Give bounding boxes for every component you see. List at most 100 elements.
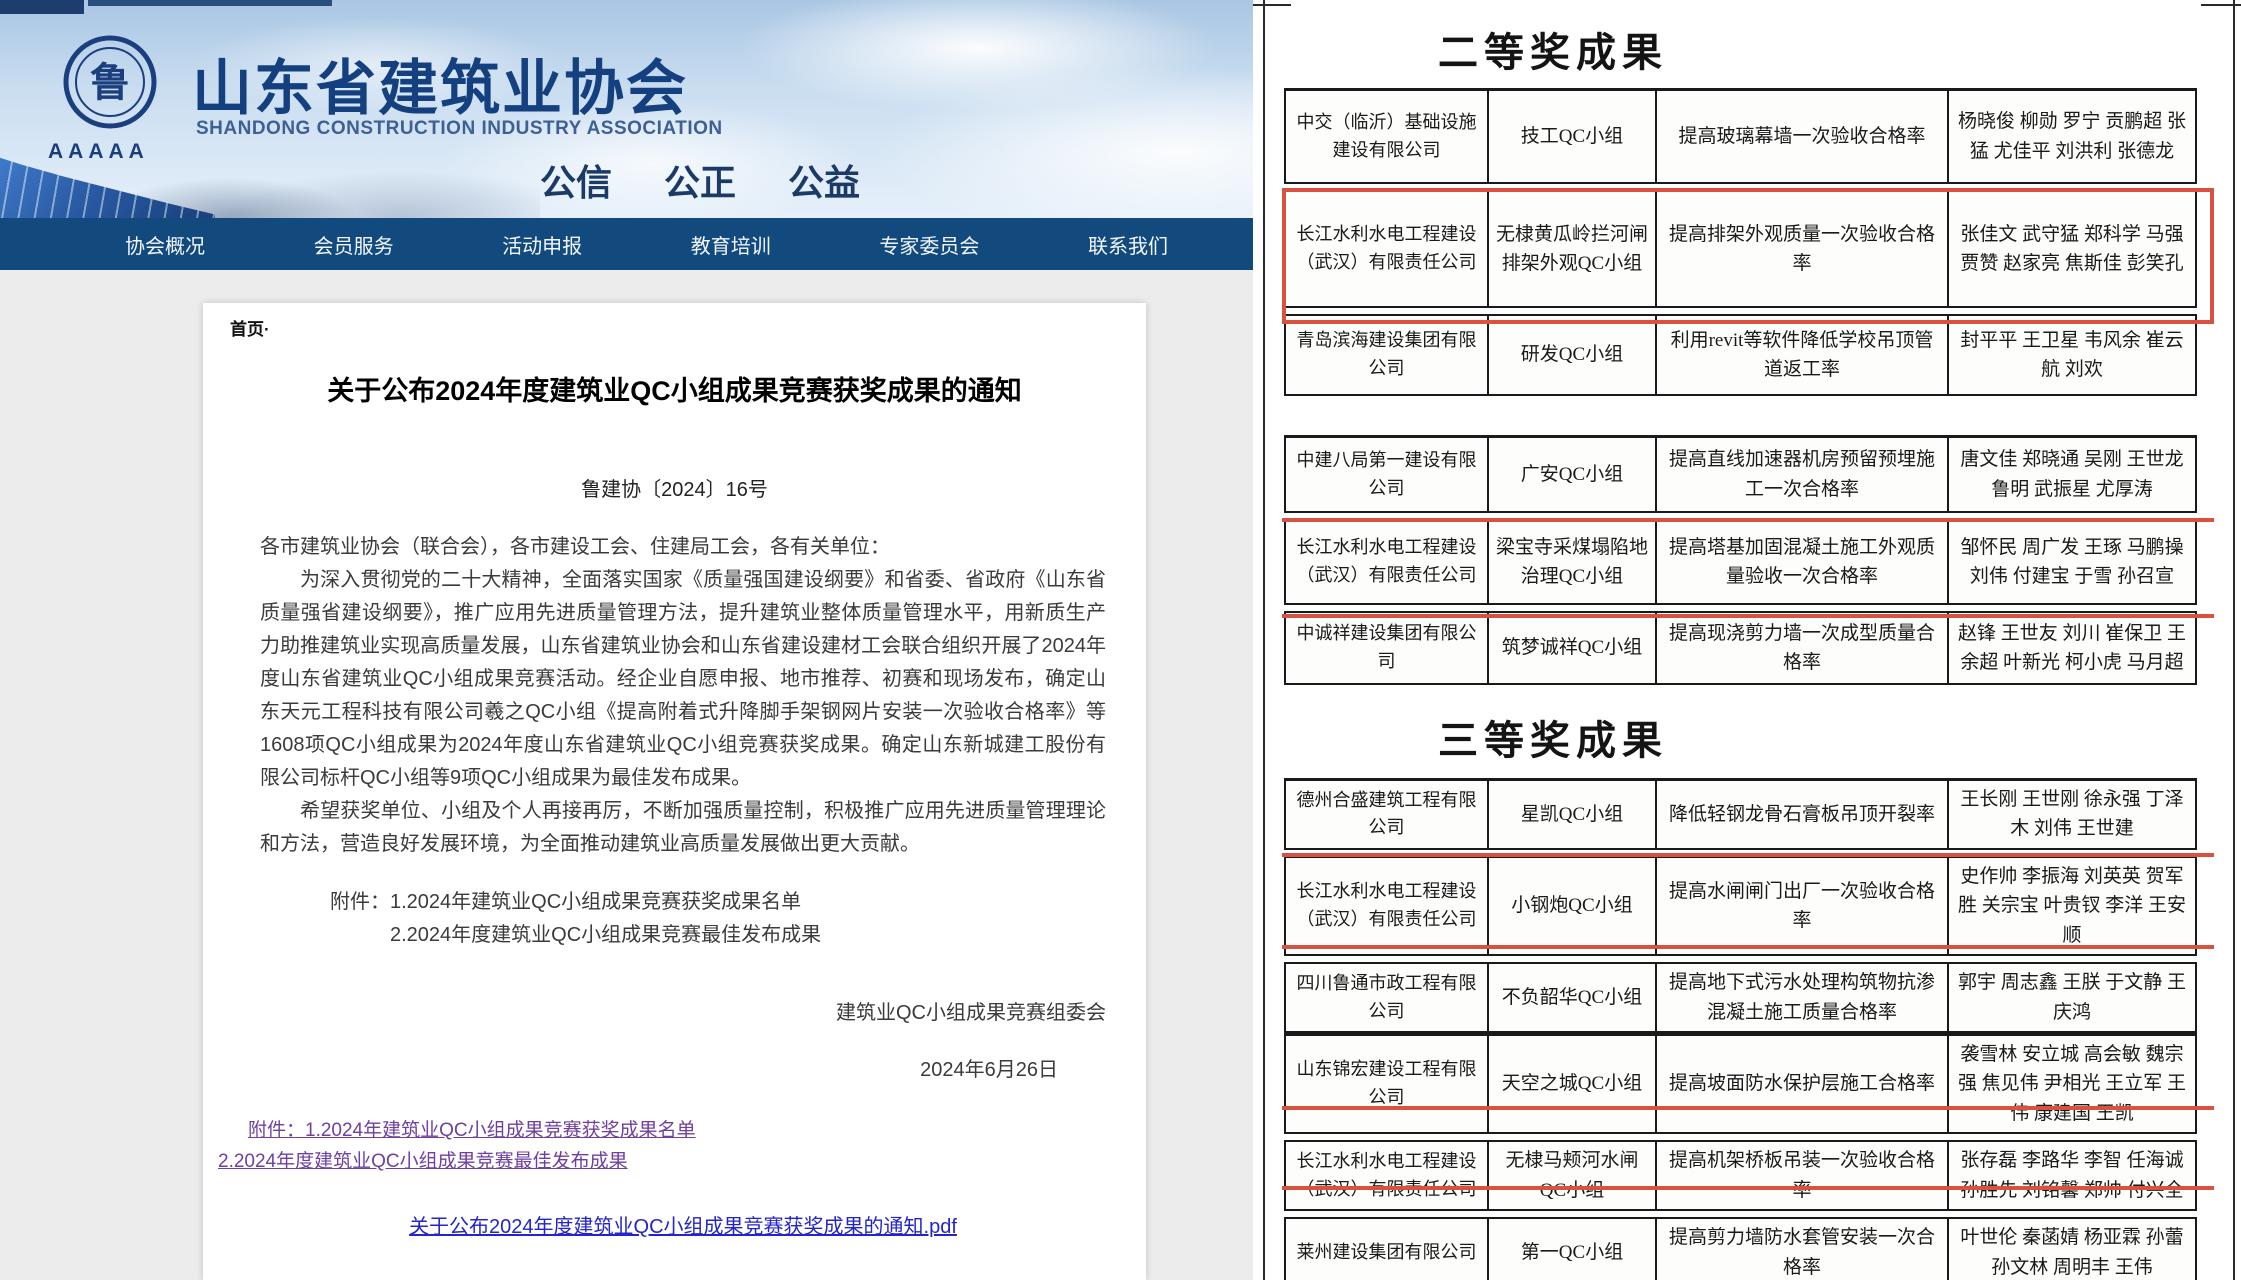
company-cell: 德州合盛建筑工程有限公司 — [1286, 781, 1489, 848]
nav-item-contact[interactable]: 联系我们 — [1088, 230, 1168, 259]
slogan-gongxin: 公信 — [540, 154, 612, 206]
attachment-list: 附件：1.2024年建筑业QC小组成果竞赛获奖成果名单 2.2024年度建筑业Q… — [260, 886, 1106, 952]
members-cell: 唐文佳 郑晓通 吴刚 王世龙 鲁明 武振星 尤厚涛 — [1949, 438, 2195, 511]
slogan-group: 公信 公正 公益 — [540, 154, 860, 206]
topic-cell: 提高水闸闸门出厂一次验收合格率 — [1657, 858, 1949, 954]
nav-item-member-services[interactable]: 会员服务 — [314, 230, 394, 259]
breadcrumb[interactable]: 首页· — [230, 315, 270, 340]
topic-cell: 提高坡面防水保护层施工合格率 — [1657, 1036, 1949, 1132]
attachment-links: 附件：1.2024年建筑业QC小组成果竞赛获奖成果名单 2.2024年度建筑业Q… — [260, 1115, 1106, 1177]
members-cell: 袭雪林 安立城 高会敏 魏宗强 焦见伟 尹相光 王立军 王伟 康建国 王凯 — [1949, 1036, 2195, 1132]
company-cell: 青岛滨海建设集团有限公司 — [1286, 316, 1489, 394]
notice-doc-number: 鲁建协〔2024〕16号 — [203, 473, 1146, 502]
third-prize-table-2: 山东锦宏建设工程有限公司 天空之城QC小组 提高坡面防水保护层施工合格率 袭雪林… — [1284, 1033, 2197, 1280]
notice-document: 首页· 关于公布2024年度建筑业QC小组成果竞赛获奖成果的通知 鲁建协〔202… — [203, 303, 1146, 1280]
aaaaa-rating-badge: AAAAA — [48, 140, 149, 164]
team-cell: 天空之城QC小组 — [1489, 1036, 1657, 1132]
nav-item-activity-declare[interactable]: 活动申报 — [502, 230, 582, 259]
members-cell: 郭宇 周志鑫 王朕 于文静 王庆鸿 — [1949, 964, 2195, 1031]
table-row: 长江水利水电工程建设（武汉）有限责任公司 无棣马颊河水闸QC小组 提高机架桥板吊… — [1284, 1140, 2197, 1211]
nav-item-overview[interactable]: 协会概况 — [125, 230, 205, 259]
svg-text:鲁: 鲁 — [90, 60, 130, 105]
topic-cell: 提高现浇剪力墙一次成型质量合格率 — [1657, 613, 1949, 683]
slogan-gongyi: 公益 — [788, 154, 860, 206]
notice-salutation: 各市建筑业协会（联合会），各市建设工会、住建局工会，各有关单位： — [260, 531, 1106, 564]
members-cell: 封平平 王卫星 韦风余 崔云航 刘欢 — [1949, 316, 2195, 394]
topic-cell: 提高直线加速器机房预留预埋施工一次合格率 — [1657, 438, 1949, 511]
attachment-link-2[interactable]: 2.2024年度建筑业QC小组成果竞赛最佳发布成果 — [218, 1146, 1106, 1177]
screenshot-root: 鲁 AAAAA 山东省建筑业协会 SHANDONG CONSTRUCTION I… — [0, 0, 2241, 1280]
award-results-page: 二等奖成果 中交（临沂）基础设施建设有限公司 技工QC小组 提高玻璃幕墙一次验收… — [1253, 0, 2241, 1280]
company-cell: 中交（临沂）基础设施建设有限公司 — [1286, 91, 1489, 182]
topic-cell: 提高玻璃幕墙一次验收合格率 — [1657, 91, 1949, 182]
third-prize-heading: 三等奖成果 — [1353, 708, 1753, 766]
red-annotation-line — [1282, 853, 2214, 857]
members-cell: 张存磊 李路华 李智 任海诚 孙胜先 刘铭馨 郑帅 付兴全 — [1949, 1142, 2195, 1209]
company-cell: 莱州建设集团有限公司 — [1286, 1219, 1489, 1280]
red-annotation-line — [1282, 518, 2214, 522]
topic-cell: 降低轻钢龙骨石膏板吊顶开裂率 — [1657, 781, 1949, 848]
header-photo-fragment — [88, 0, 332, 6]
table-row: 青岛滨海建设集团有限公司 研发QC小组 利用revit等软件降低学校吊顶管道返工… — [1284, 314, 2197, 396]
notice-paragraph-1: 为深入贯彻党的二十大精神，全面落实国家《质量强国建设纲要》和省委、省政府《山东省… — [260, 564, 1106, 795]
topic-cell: 提高剪力墙防水套管安装一次合格率 — [1657, 1219, 1949, 1280]
red-annotation-line — [1282, 614, 2214, 618]
team-cell: 不负韶华QC小组 — [1489, 964, 1657, 1031]
notice-date: 2024年6月26日 — [260, 1054, 1106, 1087]
table-row: 中建八局第一建设有限公司 广安QC小组 提高直线加速器机房预留预埋施工一次合格率… — [1284, 435, 2197, 513]
nav-item-education[interactable]: 教育培训 — [691, 230, 771, 259]
team-cell: 无棣马颊河水闸QC小组 — [1489, 1142, 1657, 1209]
second-prize-heading: 二等奖成果 — [1353, 20, 1753, 78]
notice-signer: 建筑业QC小组成果竞赛组委会 — [260, 997, 1106, 1030]
page-border-top-left — [1253, 4, 1291, 6]
attachment-link-1[interactable]: 附件：1.2024年建筑业QC小组成果竞赛获奖成果名单 — [248, 1115, 1106, 1146]
team-cell: 广安QC小组 — [1489, 438, 1657, 511]
red-annotation-line — [1282, 1186, 2214, 1190]
table-row: 莱州建设集团有限公司 第一QC小组 提高剪力墙防水套管安装一次合格率 叶世伦 秦… — [1284, 1217, 2197, 1280]
page-border-right — [2233, 0, 2235, 1280]
company-cell: 长江水利水电工程建设（武汉）有限责任公司 — [1286, 858, 1489, 954]
notice-pdf-link[interactable]: 关于公布2024年度建筑业QC小组成果竞赛获奖成果的通知.pdf — [409, 1216, 957, 1238]
company-cell: 长江水利水电工程建设（武汉）有限责任公司 — [1286, 521, 1489, 603]
second-prize-table-2: 中建八局第一建设有限公司 广安QC小组 提高直线加速器机房预留预埋施工一次合格率… — [1284, 435, 2197, 685]
company-cell: 长江水利水电工程建设（武汉）有限责任公司 — [1286, 1142, 1489, 1209]
second-prize-table-1: 中交（临沂）基础设施建设有限公司 技工QC小组 提高玻璃幕墙一次验收合格率 杨晓… — [1284, 88, 2197, 396]
topic-cell: 利用revit等软件降低学校吊顶管道返工率 — [1657, 316, 1949, 394]
page-border-top-right — [2201, 4, 2241, 6]
team-cell: 第一QC小组 — [1489, 1219, 1657, 1280]
table-row: 长江水利水电工程建设（武汉）有限责任公司 小钢炮QC小组 提高水闸闸门出厂一次验… — [1284, 856, 2197, 956]
members-cell: 邹怀民 周广发 王琢 马鹏操 刘伟 付建宝 于雪 孙召宣 — [1949, 521, 2195, 603]
members-cell: 赵锋 王世友 刘川 崔保卫 王余超 叶新光 柯小虎 马月超 — [1949, 613, 2195, 683]
company-cell: 中诚祥建设集团有限公司 — [1286, 613, 1489, 683]
site-title-english: SHANDONG CONSTRUCTION INDUSTRY ASSOCIATI… — [196, 118, 723, 140]
team-cell: 研发QC小组 — [1489, 316, 1657, 394]
members-cell: 史作帅 李振海 刘英英 贺军胜 关宗宝 叶贵钗 李洋 王安顺 — [1949, 858, 2195, 954]
table-row: 山东锦宏建设工程有限公司 天空之城QC小组 提高坡面防水保护层施工合格率 袭雪林… — [1284, 1033, 2197, 1134]
company-cell: 四川鲁通市政工程有限公司 — [1286, 964, 1489, 1031]
company-cell: 山东锦宏建设工程有限公司 — [1286, 1036, 1489, 1132]
site-header-banner: 鲁 AAAAA 山东省建筑业协会 SHANDONG CONSTRUCTION I… — [0, 0, 1253, 218]
team-cell: 星凯QC小组 — [1489, 781, 1657, 848]
red-annotation-line — [1282, 945, 2214, 949]
team-cell: 技工QC小组 — [1489, 91, 1657, 182]
association-logo-icon[interactable]: 鲁 — [62, 34, 158, 135]
notice-body: 各市建筑业协会（联合会），各市建设工会、住建局工会，各有关单位： 为深入贯彻党的… — [260, 531, 1106, 1244]
red-annotation-box — [1282, 188, 2214, 324]
team-cell: 筑梦诚祥QC小组 — [1489, 613, 1657, 683]
notice-paragraph-2: 希望获奖单位、小组及个人再接再厉，不断加强质量控制，积极推广应用先进质量管理理论… — [260, 795, 1106, 861]
attachment-line-1: 附件：1.2024年建筑业QC小组成果竞赛获奖成果名单 — [330, 886, 1106, 919]
table-row: 四川鲁通市政工程有限公司 不负韶华QC小组 提高地下式污水处理构筑物抗渗混凝土施… — [1284, 962, 2197, 1033]
topic-cell: 提高塔基加固混凝土施工外观质量验收一次合格率 — [1657, 521, 1949, 603]
team-cell: 小钢炮QC小组 — [1489, 858, 1657, 954]
page-border-left — [1263, 0, 1265, 1280]
attachment-line-2: 2.2024年度建筑业QC小组成果竞赛最佳发布成果 — [390, 919, 1106, 952]
table-row: 长江水利水电工程建设（武汉）有限责任公司 梁宝寺采煤塌陷地治理QC小组 提高塔基… — [1284, 519, 2197, 605]
nav-item-expert-committee[interactable]: 专家委员会 — [879, 230, 979, 259]
topic-cell: 提高地下式污水处理构筑物抗渗混凝土施工质量合格率 — [1657, 964, 1949, 1031]
association-website: 鲁 AAAAA 山东省建筑业协会 SHANDONG CONSTRUCTION I… — [0, 0, 1253, 1280]
members-cell: 杨晓俊 柳勋 罗宁 贡鹏超 张猛 尤佳平 刘洪利 张德龙 — [1949, 91, 2195, 182]
table-row: 中诚祥建设集团有限公司 筑梦诚祥QC小组 提高现浇剪力墙一次成型质量合格率 赵锋… — [1284, 611, 2197, 685]
topic-cell: 提高机架桥板吊装一次验收合格率 — [1657, 1142, 1949, 1209]
main-nav: 协会概况 会员服务 活动申报 教育培训 专家委员会 联系我们 — [0, 218, 1253, 270]
site-title: 山东省建筑业协会 — [192, 40, 688, 127]
